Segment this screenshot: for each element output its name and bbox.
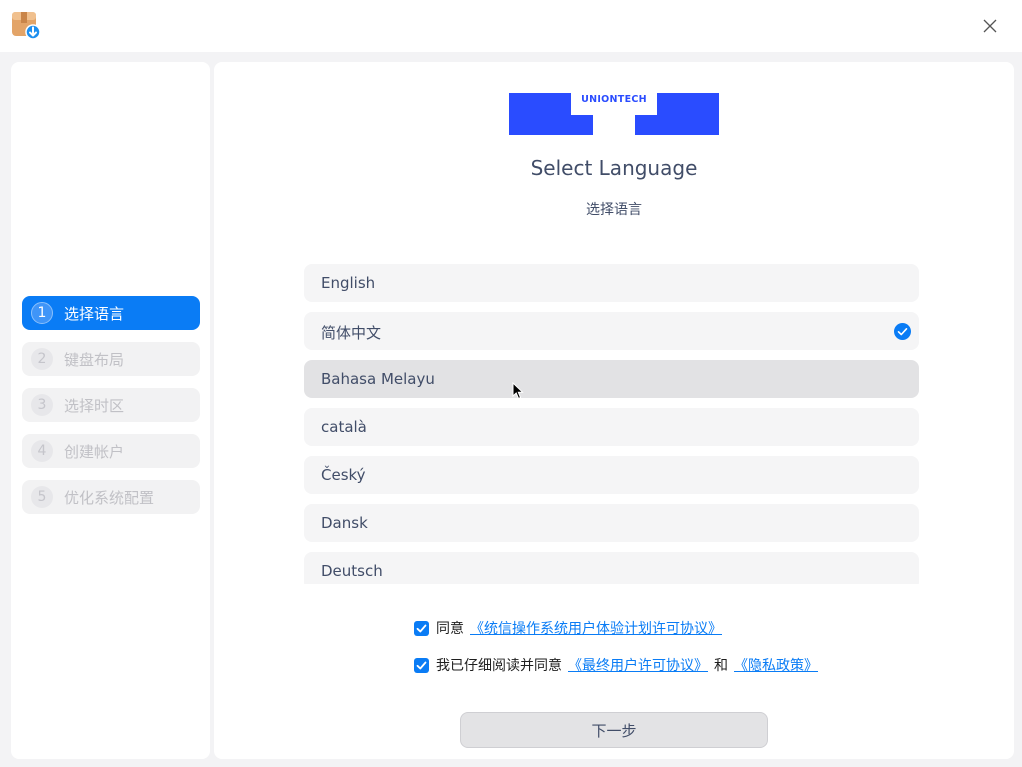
language-label: Bahasa Melayu [321, 370, 435, 388]
step-label: 选择时区 [64, 396, 125, 415]
language-label: Deutsch [321, 562, 383, 580]
language-option-bahasa-melayu[interactable]: Bahasa Melayu [304, 360, 919, 398]
agreement-prefix: 同意 [436, 621, 464, 637]
step-select-timezone[interactable]: 3 选择时区 [22, 388, 200, 422]
page-title: Select Language [530, 156, 698, 180]
page-subtitle: 选择语言 [586, 202, 642, 218]
installer-package-icon [11, 11, 41, 41]
agreement-conjunction: 和 [714, 658, 728, 674]
step-optimize-system[interactable]: 5 优化系统配置 [22, 480, 200, 514]
language-option-english[interactable]: English [304, 264, 919, 302]
step-label: 优化系统配置 [64, 488, 155, 507]
checkmark-icon [416, 661, 427, 669]
sidebar: 1 选择语言 2 键盘布局 3 选择时区 4 创建帐户 5 优化系统配置 [11, 62, 210, 759]
step-number: 5 [31, 486, 53, 508]
step-label: 创建帐户 [64, 442, 125, 461]
checkmark-icon [416, 624, 427, 632]
close-icon [983, 19, 997, 33]
uniontech-logo: UNIONTECH [509, 93, 719, 135]
language-option-deutsch[interactable]: Deutsch [304, 552, 919, 584]
experience-plan-link[interactable]: 《统信操作系统用户体验计划许可协议》 [470, 618, 722, 638]
step-label: 选择语言 [64, 304, 125, 323]
main-panel: UNIONTECH Select Language 选择语言 English 简… [214, 62, 1014, 759]
language-option-catala[interactable]: català [304, 408, 919, 446]
mouse-cursor-icon [512, 382, 524, 400]
agreement-row-eula-privacy: 我已仔细阅读并同意 《最终用户许可协议》 和 《隐私政策》 [414, 654, 824, 676]
language-option-simplified-chinese[interactable]: 简体中文 [304, 312, 919, 350]
privacy-policy-link[interactable]: 《隐私政策》 [734, 655, 818, 675]
step-create-account[interactable]: 4 创建帐户 [22, 434, 200, 468]
language-label: Dansk [321, 514, 368, 532]
title-bar [0, 0, 1022, 52]
step-keyboard-layout[interactable]: 2 键盘布局 [22, 342, 200, 376]
language-option-dansk[interactable]: Dansk [304, 504, 919, 542]
next-button[interactable]: 下一步 [460, 712, 768, 748]
language-label: English [321, 274, 376, 292]
logo-text: UNIONTECH [581, 94, 647, 105]
language-label: 简体中文 [321, 324, 382, 342]
agreement-checkbox[interactable] [414, 620, 429, 636]
language-list: English 简体中文 Bahasa Melayu català Český … [304, 264, 919, 584]
step-number: 4 [31, 440, 53, 462]
eula-checkbox[interactable] [414, 657, 429, 673]
language-option-cesky[interactable]: Český [304, 456, 919, 494]
language-label: Český [321, 466, 366, 484]
language-label: català [321, 418, 367, 436]
step-number: 1 [31, 302, 53, 324]
agreement-prefix: 我已仔细阅读并同意 [436, 658, 562, 674]
step-label: 键盘布局 [64, 350, 125, 369]
close-button[interactable] [975, 11, 1005, 41]
selected-check-icon [894, 323, 911, 340]
step-number: 2 [31, 348, 53, 370]
step-number: 3 [31, 394, 53, 416]
eula-link[interactable]: 《最终用户许可协议》 [568, 655, 708, 675]
step-select-language[interactable]: 1 选择语言 [22, 296, 200, 330]
agreement-row-experience-plan: 同意 《统信操作系统用户体验计划许可协议》 [414, 617, 728, 639]
